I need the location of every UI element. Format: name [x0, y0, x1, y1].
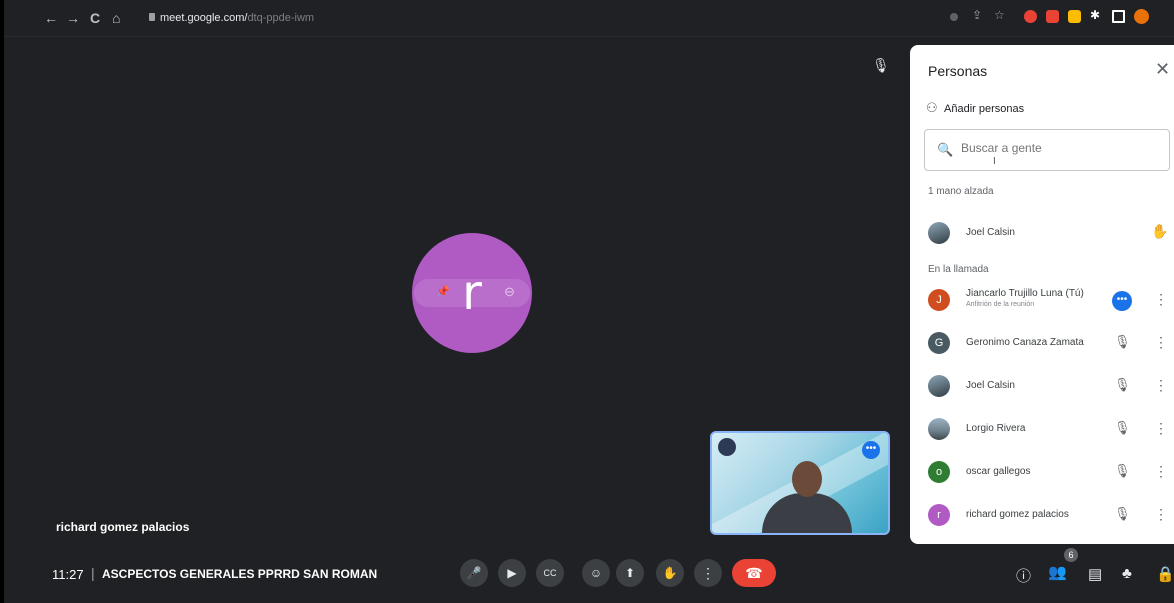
self-view-more-icon[interactable]: •••	[862, 441, 880, 459]
search-icon: 🔍	[937, 142, 954, 157]
add-person-icon: ⚇	[926, 100, 938, 115]
add-people-label: Añadir personas	[944, 103, 1025, 115]
muted-mic-icon: 🎙	[872, 57, 890, 73]
avatar	[928, 375, 950, 397]
captions-button[interactable]: CC	[536, 559, 564, 587]
search-input[interactable]	[959, 140, 1163, 156]
remove-icon[interactable]: ⊖	[504, 284, 515, 300]
url-host: meet.google.com/	[160, 12, 248, 24]
avatar: r	[928, 504, 950, 526]
muted-mic-icon: 🎙	[1114, 420, 1131, 435]
back-icon[interactable]: ←	[44, 9, 58, 27]
people-panel: Personas ✕ ⚇ Añadir personas 🔍 I 1 mano a…	[910, 45, 1174, 544]
participant-row[interactable]: r richard gomez palacios 🎙 ⋮	[924, 498, 1170, 534]
url-path: dtq-ppde-iwm	[247, 12, 315, 24]
tile-participant-name: richard gomez palacios	[56, 520, 190, 534]
participant-name: Geronimo Canaza Zamata	[966, 337, 1084, 348]
kebab-menu-icon[interactable]: ⋮	[1154, 463, 1168, 480]
lock-icon	[149, 13, 155, 21]
people-count-badge: 6	[1064, 548, 1078, 562]
participant-row[interactable]: Lorgio Rivera 🎙 ⋮	[924, 412, 1170, 448]
text-cursor: I	[993, 156, 996, 167]
kebab-menu-icon[interactable]: ⋮	[1154, 377, 1168, 394]
participant-name: oscar gallegos	[966, 466, 1031, 477]
more-options-button[interactable]: ⋮	[694, 559, 722, 587]
leave-call-button[interactable]: ☎	[732, 559, 776, 587]
meet-window: ← → C ⌂ meet.google.com/dtq-ppde-iwm ⇪ ☆…	[4, 0, 1174, 603]
microphone-button[interactable]: 🎤	[460, 559, 488, 587]
activities-icon[interactable]: ♣	[1122, 565, 1132, 582]
meeting-controls-bar: 11:27 | ASCPECTOS GENERALES PPRRD SAN RO…	[4, 545, 1174, 603]
participant-name: Joel Calsin	[966, 227, 1015, 238]
kebab-menu-icon[interactable]: ⋮	[1154, 420, 1168, 437]
host-label: Anfitrión de la reunión	[966, 301, 1035, 308]
raise-hand-button[interactable]: ✋	[656, 559, 684, 587]
muted-mic-icon: 🎙	[1114, 463, 1131, 478]
extension-red-icon[interactable]	[1024, 10, 1037, 23]
avatar-initial: r	[462, 265, 482, 321]
raised-hand-row[interactable]: Joel Calsin ✋	[924, 216, 1170, 252]
meeting-time: 11:27	[52, 567, 84, 582]
avatar	[928, 222, 950, 244]
search-field[interactable]: 🔍 I	[924, 129, 1170, 171]
avatar: G	[928, 332, 950, 354]
extension-record-icon[interactable]	[1046, 10, 1059, 23]
avatar: J	[928, 289, 950, 311]
forward-icon[interactable]: →	[66, 9, 80, 27]
participant-name: Lorgio Rivera	[966, 423, 1026, 434]
participant-name: Joel Calsin	[966, 380, 1015, 391]
share-icon[interactable]: ⇪	[972, 8, 985, 22]
close-icon[interactable]: ✕	[1155, 59, 1170, 79]
profile-avatar[interactable]	[1134, 9, 1149, 24]
camera-indicator-icon[interactable]	[950, 13, 958, 21]
meeting-title: ASCPECTOS GENERALES PPRRD SAN ROMAN	[102, 567, 378, 581]
in-call-header: En la llamada	[928, 264, 989, 275]
host-controls-icon[interactable]: 🔒	[1156, 565, 1174, 583]
browser-toolbar: ← → C ⌂ meet.google.com/dtq-ppde-iwm ⇪ ☆…	[4, 0, 1174, 37]
kebab-menu-icon[interactable]: ⋮	[1154, 334, 1168, 351]
self-view-logo	[718, 438, 736, 456]
muted-mic-icon: 🎙	[1114, 377, 1131, 392]
add-people-button[interactable]: ⚇ Añadir personas	[926, 100, 1024, 116]
self-view-tile[interactable]: •••	[710, 431, 890, 535]
participant-row[interactable]: G Geronimo Canaza Zamata 🎙 ⋮	[924, 326, 1170, 362]
address-bar[interactable]: meet.google.com/dtq-ppde-iwm	[160, 9, 314, 27]
participant-name: Jiancarlo Trujillo Luna (Tú)	[966, 288, 1084, 299]
raised-hand-icon[interactable]: ✋	[1151, 223, 1168, 240]
extension-yellow-icon[interactable]	[1068, 10, 1081, 23]
participant-row[interactable]: o oscar gallegos 🎙 ⋮	[924, 455, 1170, 491]
people-icon[interactable]: 👥	[1048, 563, 1067, 581]
participant-name: richard gomez palacios	[966, 509, 1069, 520]
panel-title: Personas	[928, 63, 988, 79]
chat-icon[interactable]: ▤	[1088, 565, 1102, 583]
emoji-reaction-button[interactable]: ☺	[582, 559, 610, 587]
present-screen-button[interactable]: ⬆	[616, 559, 644, 587]
participant-row[interactable]: J Jiancarlo Trujillo Luna (Tú) Anfitrión…	[924, 283, 1170, 319]
self-view-person-head	[792, 461, 822, 497]
extensions-puzzle-icon[interactable]: ✱	[1090, 8, 1103, 22]
tab-search-icon[interactable]	[1112, 10, 1125, 23]
more-options-icon[interactable]: •••	[1112, 291, 1132, 311]
camera-button[interactable]: ▶	[498, 559, 526, 587]
home-icon[interactable]: ⌂	[112, 9, 120, 27]
avatar: o	[928, 461, 950, 483]
meeting-info-icon[interactable]: ⓘ	[1016, 565, 1031, 586]
muted-mic-icon: 🎙	[1114, 506, 1131, 521]
kebab-menu-icon[interactable]: ⋮	[1154, 291, 1168, 308]
participant-row[interactable]: Joel Calsin 🎙 ⋮	[924, 369, 1170, 405]
video-stage: 🎙 📌 ⊖ r richard gomez palacios •••	[4, 37, 906, 545]
kebab-menu-icon[interactable]: ⋮	[1154, 506, 1168, 523]
reload-icon[interactable]: C	[90, 9, 100, 27]
avatar	[928, 418, 950, 440]
muted-mic-icon: 🎙	[1114, 334, 1131, 349]
raised-hands-header: 1 mano alzada	[928, 186, 994, 197]
bookmark-star-icon[interactable]: ☆	[994, 8, 1007, 22]
divider: |	[91, 565, 95, 581]
